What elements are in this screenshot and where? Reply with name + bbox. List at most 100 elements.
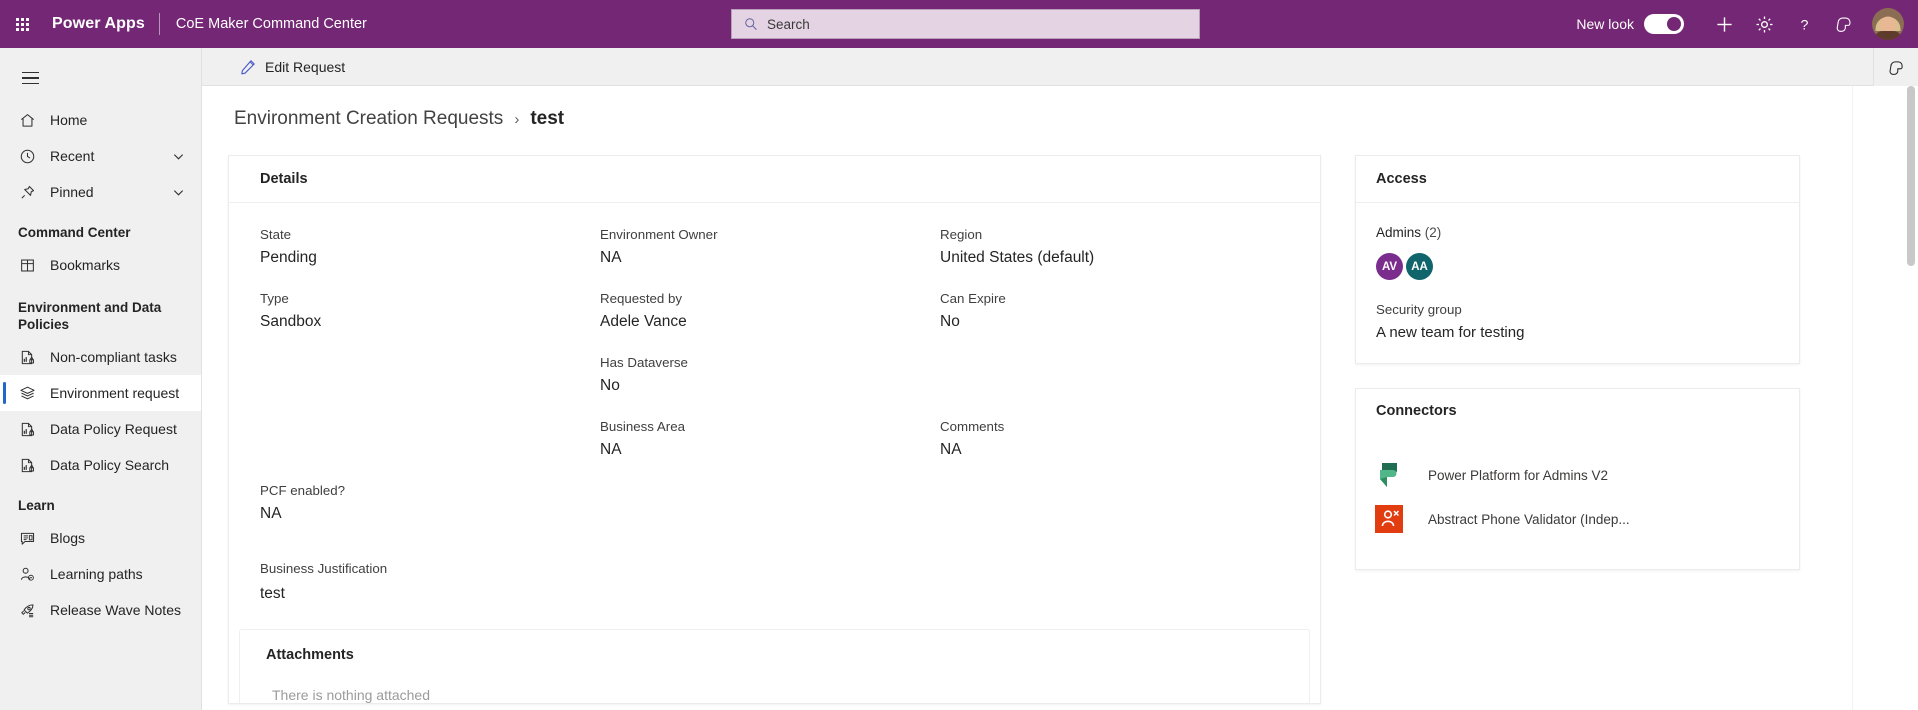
- field-environment-owner: Environment Owner NA: [600, 227, 940, 267]
- admins-avatars: AV AA: [1376, 253, 1799, 280]
- access-card-title: Access: [1356, 156, 1799, 203]
- copilot-icon: [1836, 17, 1851, 32]
- sidebar-item-data-policy-search[interactable]: Data Policy Search: [0, 447, 201, 483]
- report-lock-icon: [18, 348, 36, 366]
- user-avatar[interactable]: [1872, 8, 1904, 40]
- field-requested-by: Requested by Adele Vance: [600, 291, 940, 331]
- sidebar-item-label: Environment request: [50, 385, 180, 401]
- sidebar-item-pinned[interactable]: Pinned: [0, 174, 201, 210]
- sidebar-item-bookmarks[interactable]: Bookmarks: [0, 247, 201, 283]
- connector-row[interactable]: Power Platform for Admins V2: [1356, 453, 1799, 497]
- admin-avatar[interactable]: AA: [1406, 253, 1433, 280]
- side-pane: Access Admins (2) AV AA Security group A…: [1355, 155, 1800, 704]
- copilot-panel-button[interactable]: [1873, 48, 1918, 86]
- sidebar-item-label: Pinned: [50, 184, 94, 200]
- field-value: Adele Vance: [600, 313, 687, 330]
- sidebar-item-home[interactable]: Home: [0, 102, 201, 138]
- pencil-icon: [241, 59, 255, 74]
- settings-button[interactable]: [1744, 0, 1784, 48]
- access-card: Access Admins (2) AV AA Security group A…: [1355, 155, 1800, 364]
- sidebar-item-recent[interactable]: Recent: [0, 138, 201, 174]
- plus-icon: [1716, 16, 1732, 32]
- clock-icon: [18, 147, 36, 165]
- sidebar-item-learning-paths[interactable]: Learning paths: [0, 556, 201, 592]
- app-header: Power Apps CoE Maker Command Center Sear…: [0, 0, 1918, 48]
- question-icon: ?: [1800, 17, 1808, 33]
- field-label: Requested by: [600, 291, 683, 306]
- power-platform-icon: [1374, 460, 1404, 490]
- sidebar-item-blogs[interactable]: Blogs: [0, 520, 201, 556]
- sidebar-item-label: Home: [50, 112, 88, 128]
- field-value: United States (default): [940, 249, 1095, 266]
- business-justification: Business Justification test: [260, 547, 1289, 603]
- copilot-button[interactable]: [1824, 0, 1864, 48]
- sidebar-item-label: Non-compliant tasks: [50, 349, 177, 365]
- sidebar-item-label: Blogs: [50, 530, 86, 546]
- chevron-down-icon[interactable]: [172, 150, 185, 166]
- breadcrumb-separator: ›: [514, 111, 520, 128]
- admin-avatar[interactable]: AV: [1376, 253, 1403, 280]
- sidebar-item-data-policy-request[interactable]: Data Policy Request: [0, 411, 201, 447]
- brand-title[interactable]: Power Apps: [44, 15, 159, 33]
- field-state: State Pending: [260, 227, 600, 267]
- field-business-area: Business Area NA: [600, 419, 940, 459]
- layers-icon: [18, 384, 36, 402]
- app-launcher-icon[interactable]: [0, 0, 44, 48]
- field-value: NA: [940, 441, 962, 458]
- search-container: Search: [731, 9, 1200, 39]
- sidebar-item-environment-request[interactable]: Environment request: [0, 375, 201, 411]
- report-lock-icon: [18, 456, 36, 474]
- details-card-body: State Pending Environment Owner NA Regio…: [229, 203, 1320, 603]
- field-label: Comments: [940, 419, 1005, 434]
- sidebar-group-title: Command Center: [18, 225, 131, 240]
- help-button[interactable]: ?: [1784, 0, 1824, 48]
- app-title[interactable]: CoE Maker Command Center: [160, 16, 367, 32]
- sidebar-item-label: Data Policy Search: [50, 457, 170, 473]
- header-actions: New look ?: [1576, 0, 1918, 48]
- admins-count: (2): [1424, 225, 1442, 240]
- security-group-label: Security group: [1376, 302, 1462, 317]
- field-label: Business Area: [600, 419, 686, 434]
- report-lock-icon: [18, 420, 36, 438]
- chevron-down-icon[interactable]: [172, 186, 185, 202]
- search-icon: [745, 18, 757, 30]
- field-can-expire: Can Expire No: [940, 291, 1280, 331]
- sidebar-item-non-compliant-tasks[interactable]: Non-compliant tasks: [0, 339, 201, 375]
- sidebar-item-release-wave-notes[interactable]: Release Wave Notes: [0, 592, 201, 628]
- details-grid: State Pending Environment Owner NA Regio…: [260, 227, 1289, 547]
- new-look-toggle[interactable]: [1644, 14, 1684, 34]
- search-placeholder: Search: [767, 16, 810, 32]
- command-bar: Edit Request: [202, 48, 1918, 86]
- admins-text: Admins: [1376, 225, 1422, 240]
- field-value: NA: [600, 441, 622, 458]
- edit-request-button[interactable]: Edit Request: [230, 51, 355, 83]
- breadcrumb-parent[interactable]: Environment Creation Requests: [234, 108, 503, 130]
- sidebar-item-label: Bookmarks: [50, 257, 121, 273]
- field-comments: Comments NA: [940, 419, 1280, 459]
- field-label: Environment Owner: [600, 227, 718, 242]
- sidebar: Home Recent Pinned Command Center Bookma…: [0, 48, 202, 710]
- add-button[interactable]: [1704, 0, 1744, 48]
- svg-text:?: ?: [1800, 17, 1808, 33]
- attachments-empty-message: There is nothing attached: [272, 687, 430, 703]
- page-scrollbar-thumb[interactable]: [1907, 86, 1915, 266]
- business-justification-label: Business Justification: [260, 561, 388, 576]
- sidebar-item-label: Release Wave Notes: [50, 602, 181, 618]
- sidebar-item-label: Learning paths: [50, 566, 143, 582]
- field-value: NA: [260, 505, 282, 522]
- field-type: Type Sandbox: [260, 291, 600, 331]
- connector-name: Abstract Phone Validator (Indep...: [1428, 511, 1630, 527]
- copilot-icon: [1889, 60, 1903, 75]
- field-label: State: [260, 227, 292, 242]
- search-input[interactable]: Search: [731, 9, 1200, 39]
- security-group-value: A new team for testing: [1376, 324, 1525, 341]
- details-card-title: Details: [229, 156, 1320, 203]
- field-label: Has Dataverse: [600, 355, 688, 370]
- field-value: No: [940, 313, 960, 330]
- attachments-title: Attachments: [266, 647, 354, 663]
- field-pcf-enabled: PCF enabled? NA: [260, 483, 600, 523]
- gear-icon: [1756, 16, 1772, 32]
- connectors-card: Connectors Power Platform for Admins V2: [1355, 388, 1800, 570]
- connector-row[interactable]: Abstract Phone Validator (Indep...: [1356, 497, 1799, 541]
- sidebar-collapse-button[interactable]: [10, 58, 50, 98]
